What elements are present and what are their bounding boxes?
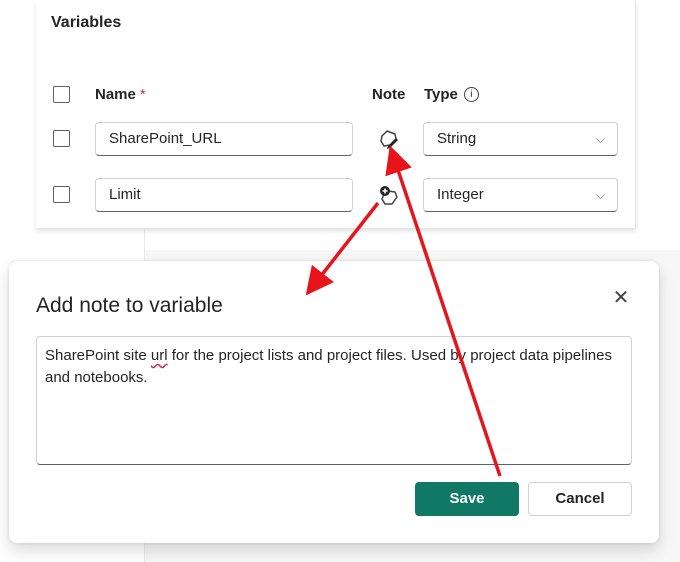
close-icon[interactable]: ✕ — [609, 286, 633, 310]
variable-name-input[interactable]: SharePoint_URL — [95, 122, 353, 156]
spellcheck-word: url — [150, 347, 168, 364]
variables-title: Variables — [51, 14, 122, 31]
type-column-header: Type i — [424, 86, 479, 103]
dialog-title: Add note to variable — [36, 294, 223, 317]
note-textarea[interactable]: SharePoint site url for the project list… — [36, 336, 632, 465]
add-note-dialog: Add note to variable ✕ SharePoint site u… — [9, 261, 659, 543]
type-dropdown[interactable]: String ⌵ — [423, 122, 618, 156]
note-add-icon[interactable] — [376, 183, 402, 209]
row-checkbox[interactable] — [53, 130, 70, 147]
name-column-header: Name * — [95, 86, 146, 103]
save-button[interactable]: Save — [415, 482, 519, 516]
variables-panel: Variables Name * Note Type i SharePoint_UR… — [36, 0, 636, 229]
select-all-checkbox[interactable] — [53, 86, 70, 103]
row-checkbox[interactable] — [53, 186, 70, 203]
chevron-down-icon: ⌵ — [595, 188, 605, 202]
type-dropdown[interactable]: Integer ⌵ — [423, 178, 618, 212]
note-edit-icon[interactable] — [376, 126, 402, 152]
note-column-header: Note — [372, 86, 406, 103]
info-icon[interactable]: i — [463, 87, 479, 102]
cancel-button[interactable]: Cancel — [528, 482, 632, 516]
required-marker: * — [139, 86, 146, 103]
variable-name-input[interactable]: Limit — [95, 178, 353, 212]
chevron-down-icon: ⌵ — [595, 132, 605, 146]
